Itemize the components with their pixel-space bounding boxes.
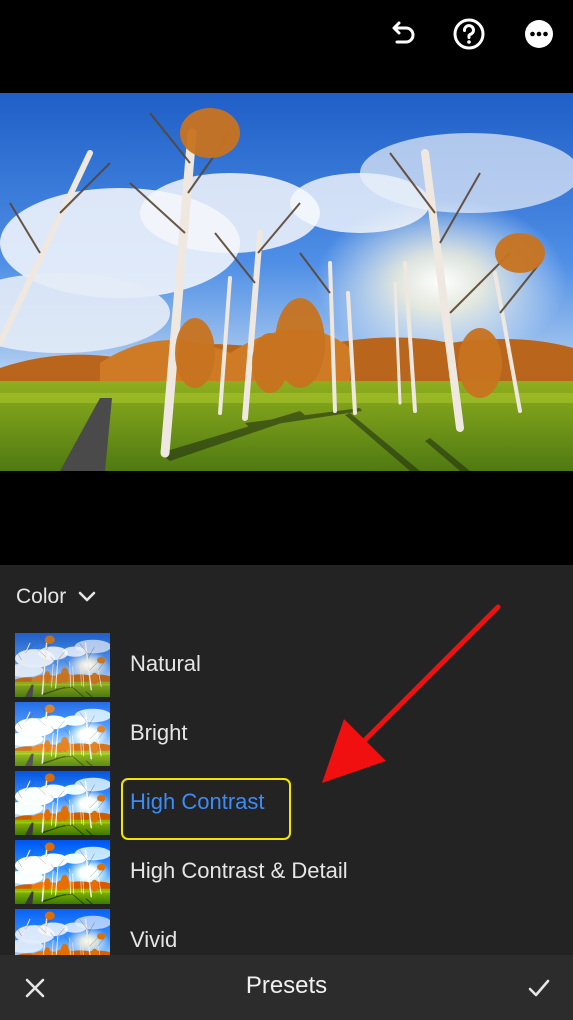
confirm-button[interactable] xyxy=(522,971,556,1005)
preset-label: Bright xyxy=(130,720,188,745)
bottom-bar: Presets xyxy=(0,955,573,1020)
more-icon xyxy=(525,20,553,48)
preset-thumbnail xyxy=(15,702,110,766)
top-toolbar xyxy=(0,0,573,93)
preset-item-high-contrast-detail[interactable]: High Contrast & Detail xyxy=(0,840,573,909)
preset-item-natural[interactable]: Natural xyxy=(0,633,573,702)
app-screen: Color Natural Bright High Contrast High … xyxy=(0,0,573,1020)
preset-item-bright[interactable]: Bright xyxy=(0,702,573,771)
photo-preview xyxy=(0,93,573,471)
preset-thumbnail xyxy=(15,633,110,697)
preview-letterbox xyxy=(0,471,573,565)
preset-item-vivid[interactable]: Vivid xyxy=(0,909,573,955)
preset-list: Natural Bright High Contrast High Contra… xyxy=(0,633,573,955)
preset-group-label: Color xyxy=(16,585,67,608)
preset-label: High Contrast xyxy=(130,789,265,814)
more-options-button[interactable] xyxy=(519,14,559,54)
preset-group-dropdown[interactable]: Color xyxy=(16,583,96,611)
chevron-down-icon xyxy=(78,591,96,602)
preset-thumbnail xyxy=(15,840,110,904)
preset-label: High Contrast & Detail xyxy=(130,858,348,883)
help-button[interactable] xyxy=(449,14,489,54)
undo-icon xyxy=(392,21,415,44)
preset-thumbnail xyxy=(15,771,110,835)
preset-label: Vivid xyxy=(130,927,178,952)
panel-title: Presets xyxy=(245,972,328,999)
preset-item-high-contrast[interactable]: High Contrast xyxy=(0,771,573,840)
presets-panel: Color Natural Bright High Contrast High … xyxy=(0,565,573,955)
undo-button[interactable] xyxy=(382,14,422,54)
preset-label: Natural xyxy=(130,651,201,676)
help-icon xyxy=(453,18,485,50)
preset-thumbnail xyxy=(15,909,110,955)
checkmark-icon xyxy=(528,979,550,997)
